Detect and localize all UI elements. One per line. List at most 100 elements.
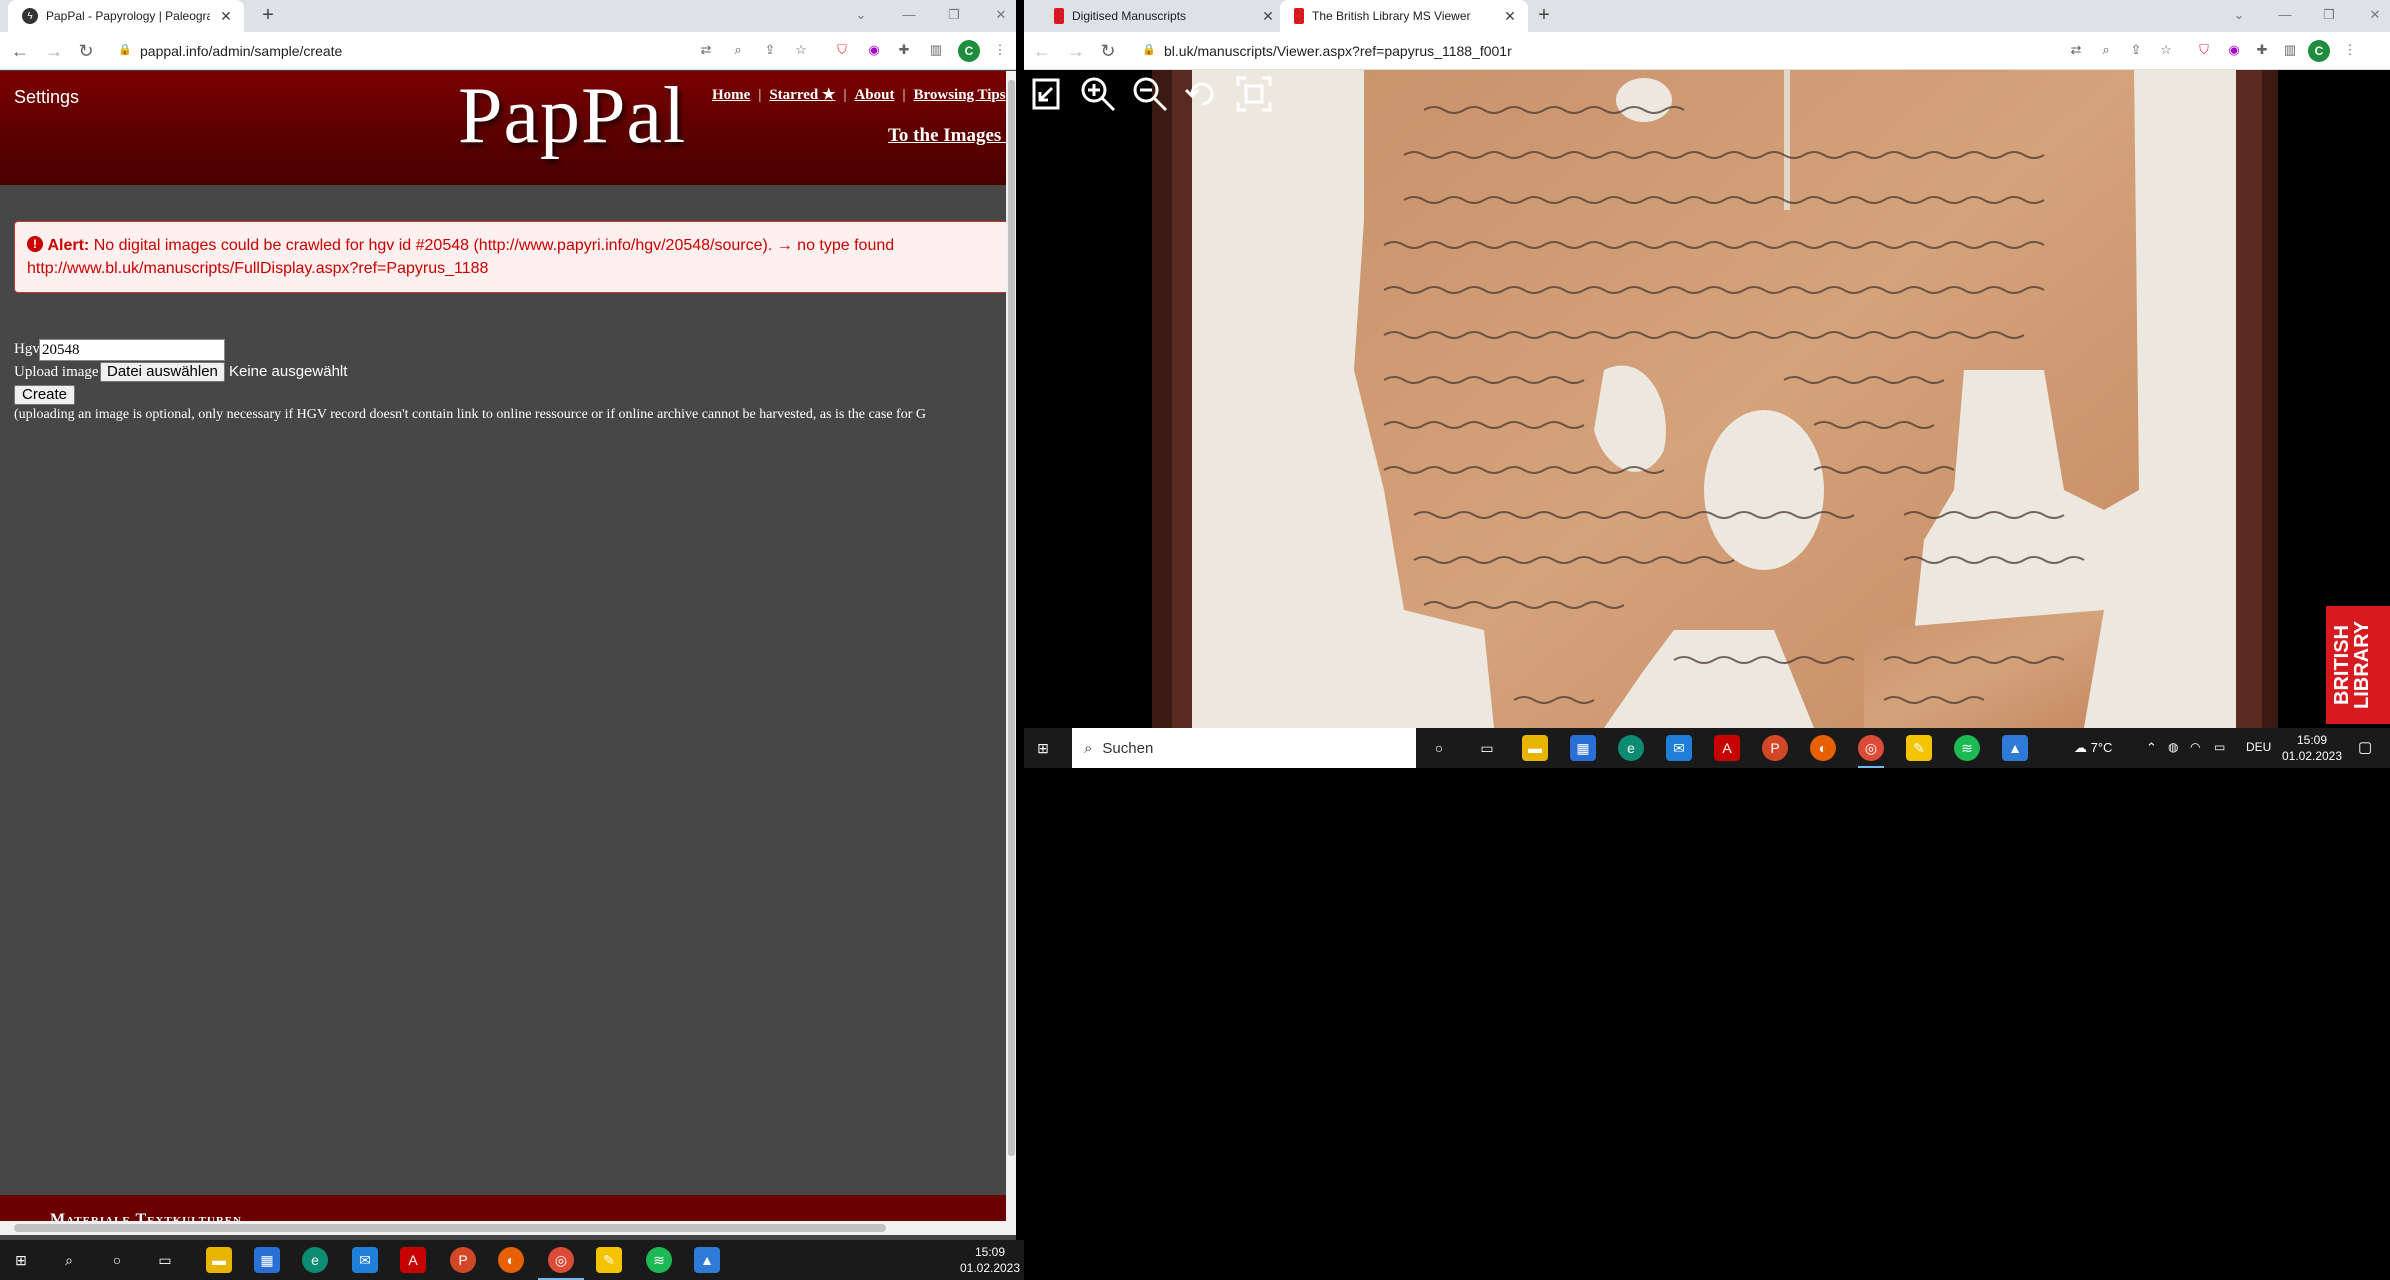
language-indicator[interactable]: DEU bbox=[2246, 740, 2271, 754]
tab-bl-viewer[interactable]: The British Library MS Viewer ✕ bbox=[1280, 0, 1528, 32]
choose-file-button[interactable]: Datei auswählen bbox=[100, 362, 225, 382]
hgv-input[interactable] bbox=[39, 339, 225, 361]
task-view-icon[interactable]: ▭ bbox=[1474, 735, 1500, 761]
taskbar-clock[interactable]: 15:09 01.02.2023 bbox=[2280, 732, 2344, 764]
photos-icon[interactable]: ▲ bbox=[2002, 735, 2028, 761]
powerpoint-icon[interactable]: P bbox=[1762, 735, 1788, 761]
extension-ub-icon[interactable]: ◉ bbox=[864, 40, 884, 60]
new-tab-button[interactable]: + bbox=[256, 4, 280, 28]
bookmark-star-icon[interactable]: ☆ bbox=[2156, 40, 2176, 60]
windows-start-icon[interactable]: ⊞ bbox=[1030, 735, 1056, 761]
zoom-out-icon[interactable] bbox=[1130, 74, 1174, 118]
spotify-icon[interactable]: ≋ bbox=[646, 1247, 672, 1273]
back-button[interactable]: ← bbox=[1030, 39, 1054, 63]
file-explorer-icon[interactable]: ▬ bbox=[206, 1247, 232, 1273]
battery-icon[interactable]: ▭ bbox=[2214, 740, 2225, 754]
extension-shield-icon[interactable]: ⛉ bbox=[832, 40, 852, 60]
minimize-button[interactable]: — bbox=[2274, 4, 2296, 26]
chrome-icon[interactable]: ◎ bbox=[548, 1247, 574, 1273]
nav-about[interactable]: About bbox=[854, 87, 894, 103]
store-icon[interactable]: ▦ bbox=[1570, 735, 1596, 761]
cortana-icon[interactable]: ○ bbox=[1426, 735, 1452, 761]
fit-screen-icon[interactable] bbox=[1234, 74, 1278, 118]
restore-button[interactable]: ❐ bbox=[943, 4, 965, 26]
close-tab-icon[interactable]: ✕ bbox=[218, 8, 234, 25]
nav-starred[interactable]: Starred ★ bbox=[769, 87, 835, 103]
site-logo[interactable]: PapPal bbox=[458, 71, 686, 162]
close-window-button[interactable]: ✕ bbox=[2364, 4, 2386, 26]
wifi-icon[interactable]: ◠ bbox=[2190, 740, 2200, 754]
extension-ub-icon[interactable]: ◉ bbox=[2224, 40, 2244, 60]
weather-widget[interactable]: ☁ 7°C bbox=[2074, 740, 2112, 756]
translate-icon[interactable]: ⇄ bbox=[696, 40, 716, 60]
nav-home[interactable]: Home bbox=[712, 87, 750, 103]
windows-start-icon[interactable]: ⊞ bbox=[8, 1247, 34, 1273]
extensions-puzzle-icon[interactable]: ✚ bbox=[2252, 40, 2272, 60]
acrobat-icon[interactable]: A bbox=[400, 1247, 426, 1273]
side-panel-icon[interactable]: ▥ bbox=[2280, 40, 2300, 60]
bookmark-star-icon[interactable]: ☆ bbox=[791, 40, 811, 60]
close-tab-icon[interactable]: ✕ bbox=[1502, 8, 1518, 25]
settings-link[interactable]: Settings bbox=[14, 87, 79, 108]
nav-browsing-tips[interactable]: Browsing Tips bbox=[913, 87, 1005, 103]
back-button[interactable]: ← bbox=[8, 39, 32, 63]
forward-button[interactable]: → bbox=[1064, 39, 1088, 63]
forward-button[interactable]: → bbox=[42, 39, 66, 63]
spotify-icon[interactable]: ≋ bbox=[1954, 735, 1980, 761]
tab-search-chevron-icon[interactable]: ⌄ bbox=[850, 4, 872, 26]
vertical-scroll-thumb[interactable] bbox=[1008, 80, 1015, 1156]
manuscript-viewer[interactable]: BRITISH LIBRARY bbox=[1024, 70, 2390, 728]
task-view-icon[interactable]: ▭ bbox=[152, 1247, 178, 1273]
profile-avatar[interactable]: C bbox=[958, 40, 980, 62]
mail-icon[interactable]: ✉ bbox=[1666, 735, 1692, 761]
share-icon[interactable]: ⇪ bbox=[760, 40, 780, 60]
zoom-icon[interactable]: ⌕ bbox=[2096, 40, 2116, 60]
network-icon[interactable]: ◍ bbox=[2168, 740, 2178, 754]
powerpoint-icon[interactable]: P bbox=[450, 1247, 476, 1273]
tab-search-chevron-icon[interactable]: ⌄ bbox=[2228, 4, 2250, 26]
side-panel-icon[interactable]: ▥ bbox=[926, 40, 946, 60]
mail-icon[interactable]: ✉ bbox=[352, 1247, 378, 1273]
menu-kebab-icon[interactable]: ⋮ bbox=[990, 40, 1010, 60]
menu-kebab-icon[interactable]: ⋮ bbox=[2340, 40, 2360, 60]
cortana-icon[interactable]: ○ bbox=[104, 1247, 130, 1273]
edge-icon[interactable]: e bbox=[302, 1247, 328, 1273]
minimize-button[interactable]: — bbox=[898, 4, 920, 26]
extension-shield-icon[interactable]: ⛉ bbox=[2194, 40, 2214, 60]
translate-icon[interactable]: ⇄ bbox=[2066, 40, 2086, 60]
search-icon[interactable]: ⌕ bbox=[56, 1247, 82, 1273]
photos-icon[interactable]: ▲ bbox=[694, 1247, 720, 1273]
create-button[interactable]: Create bbox=[14, 385, 76, 405]
address-bar[interactable]: pappal.info/admin/sample/create bbox=[140, 43, 342, 59]
firefox-icon[interactable]: ◐ bbox=[498, 1247, 524, 1273]
store-icon[interactable]: ▦ bbox=[254, 1247, 280, 1273]
firefox-icon[interactable]: ◐ bbox=[1810, 735, 1836, 761]
file-explorer-icon[interactable]: ▬ bbox=[1522, 735, 1548, 761]
restore-button[interactable]: ❐ bbox=[2318, 4, 2340, 26]
tray-chevron-icon[interactable]: ⌃ bbox=[2146, 740, 2157, 756]
share-icon[interactable]: ⇪ bbox=[2126, 40, 2146, 60]
acrobat-icon[interactable]: A bbox=[1714, 735, 1740, 761]
extensions-puzzle-icon[interactable]: ✚ bbox=[894, 40, 914, 60]
horizontal-scroll-thumb[interactable] bbox=[14, 1224, 886, 1232]
to-the-images-link[interactable]: To the Images ... bbox=[888, 125, 1006, 147]
papyrus-image[interactable] bbox=[1344, 70, 2154, 728]
notes-icon[interactable]: ✎ bbox=[596, 1247, 622, 1273]
close-tab-icon[interactable]: ✕ bbox=[1260, 8, 1276, 25]
lock-icon[interactable]: 🔒 bbox=[1142, 42, 1156, 58]
taskbar-search[interactable]: ⌕ Suchen bbox=[1072, 728, 1416, 768]
lock-icon[interactable]: 🔒 bbox=[118, 42, 132, 58]
zoom-in-icon[interactable] bbox=[1078, 74, 1122, 118]
close-window-button[interactable]: ✕ bbox=[990, 4, 1012, 26]
taskbar-clock[interactable]: 15:09 01.02.2023 bbox=[956, 1244, 1024, 1276]
reload-button[interactable]: ↻ bbox=[1096, 39, 1120, 63]
profile-avatar[interactable]: C bbox=[2308, 40, 2330, 62]
zoom-icon[interactable]: ⌕ bbox=[728, 40, 748, 60]
exit-viewer-icon[interactable] bbox=[1026, 74, 1070, 118]
chrome-icon[interactable]: ◎ bbox=[1858, 735, 1884, 761]
notes-icon[interactable]: ✎ bbox=[1906, 735, 1932, 761]
reload-button[interactable]: ↻ bbox=[74, 39, 98, 63]
address-bar[interactable]: bl.uk/manuscripts/Viewer.aspx?ref=papyru… bbox=[1164, 43, 1512, 59]
new-tab-button[interactable]: + bbox=[1532, 4, 1556, 28]
tab-pappal[interactable]: ϟ PapPal - Papyrology | Paleograph ✕ bbox=[8, 0, 244, 32]
